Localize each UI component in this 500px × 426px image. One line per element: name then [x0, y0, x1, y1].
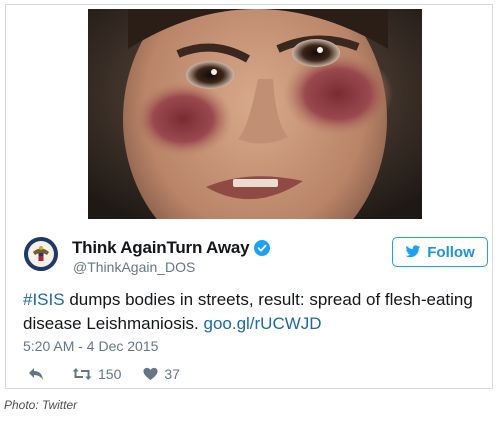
- heart-icon: [143, 367, 158, 381]
- retweet-count: 150: [98, 366, 122, 382]
- verified-badge-icon: [254, 240, 271, 256]
- tweet-photo[interactable]: [88, 9, 422, 219]
- hashtag-link[interactable]: #ISIS: [23, 290, 65, 309]
- twitter-bird-icon: [405, 245, 421, 258]
- state-department-seal-icon: [24, 237, 58, 271]
- tweet-text: #ISIS dumps bodies in streets, result: s…: [23, 288, 483, 336]
- avatar[interactable]: [24, 237, 58, 271]
- author-handle[interactable]: @ThinkAgain_DOS: [73, 259, 195, 275]
- like-button[interactable]: 37: [143, 366, 180, 382]
- retweet-button[interactable]: 150: [72, 366, 121, 382]
- reply-button[interactable]: [28, 367, 50, 381]
- author-display-name[interactable]: Think AgainTurn Away: [72, 238, 250, 258]
- follow-button-label: Follow: [427, 243, 475, 261]
- retweet-icon: [72, 368, 92, 380]
- reply-icon: [29, 368, 43, 380]
- author-name-row[interactable]: Think AgainTurn Away: [72, 238, 271, 258]
- boy-face-photo: [88, 9, 422, 219]
- follow-button[interactable]: Follow: [392, 237, 488, 267]
- like-count: 37: [164, 366, 180, 382]
- photo-credit: Photo: Twitter: [4, 398, 78, 412]
- tweet-timestamp[interactable]: 5:20 AM - 4 Dec 2015: [23, 338, 158, 354]
- tweet-card: Think AgainTurn Away @ThinkAgain_DOS Fol…: [5, 4, 493, 389]
- tweet-actions: 150 37: [28, 366, 202, 382]
- url-link[interactable]: goo.gl/rUCWJD: [203, 314, 321, 333]
